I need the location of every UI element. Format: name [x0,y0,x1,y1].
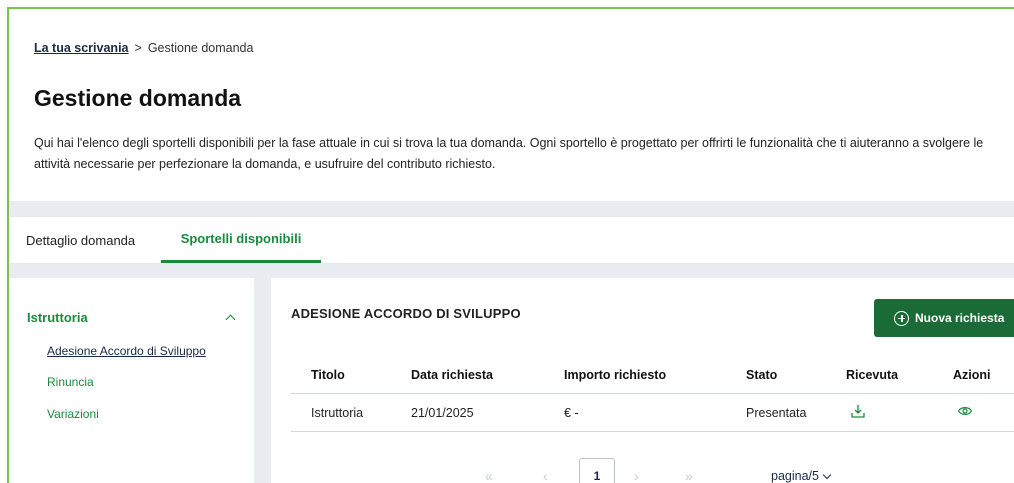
page-intro: Qui hai l'elenco degli sportelli disponi… [34,136,984,171]
eye-icon[interactable] [957,403,973,419]
cell-stato: Presentata [746,405,807,420]
breadcrumb-separator: > [134,41,142,55]
first-page-icon[interactable]: « [485,468,493,483]
page-size-label: pagina/5 [771,469,819,483]
section-title: ADESIONE ACCORDO DI SVILUPPO [291,306,521,321]
column-header-azioni: Azioni [953,367,991,382]
new-request-button[interactable]: Nuova richiesta [874,299,1014,337]
chevron-up-icon [225,314,236,325]
layout-gutter [254,278,271,483]
sidebar: Istruttoria Adesione Accordo di Sviluppo… [9,278,254,483]
divider-band [9,263,1014,278]
table-row: Istruttoria 21/01/2025 € - Presentata [291,394,1014,432]
chevron-down-icon [822,470,832,479]
previous-page-icon[interactable]: ‹ [543,468,548,483]
sidebar-item-rinuncia[interactable]: Rinuncia [47,375,94,389]
new-request-label: Nuova richiesta [915,311,1005,325]
download-icon[interactable] [850,403,866,419]
main-panel: ADESIONE ACCORDO DI SVILUPPO Nuova richi… [271,278,1014,483]
last-page-icon[interactable]: » [685,468,693,483]
column-header-ricevuta: Ricevuta [846,367,899,382]
divider-band [9,201,1014,217]
breadcrumb-current: Gestione domanda [147,41,254,55]
tab-dettaglio-domanda[interactable]: Dettaglio domanda [26,217,135,263]
column-header-importo: Importo richiesto [564,367,667,382]
page-frame: La tua scrivania > Gestione domanda Gest… [7,7,1014,483]
column-header-titolo: Titolo [311,367,345,382]
sidebar-section-label: Istruttoria [27,310,88,325]
requests-table: Titolo Data richiesta Importo richiesto … [291,356,1014,432]
tab-bar: Dettaglio domanda Sportelli disponibili [9,217,1014,263]
next-page-icon[interactable]: › [634,468,639,483]
cell-titolo: Istruttoria [311,405,364,420]
sidebar-section-toggle[interactable]: Istruttoria [27,310,236,325]
column-header-data: Data richiesta [411,367,493,382]
breadcrumb: La tua scrivania > Gestione domanda [34,41,253,55]
pagination: « ‹ 1 › » pagina/5 [271,458,1014,483]
tab-sportelli-disponibili[interactable]: Sportelli disponibili [161,217,321,263]
cell-data: 21/01/2025 [411,405,474,420]
column-header-stato: Stato [746,367,778,382]
plus-circle-icon [894,310,909,326]
page-size-select[interactable]: pagina/5 [771,469,832,483]
page-title: Gestione domanda [34,85,242,111]
cell-importo: € - [564,405,579,420]
breadcrumb-home-link[interactable]: La tua scrivania [34,41,129,55]
current-page-button[interactable]: 1 [579,458,615,483]
cell-ricevuta [846,403,953,422]
cell-azioni [953,403,1014,422]
sidebar-item-adesione[interactable]: Adesione Accordo di Sviluppo [47,344,206,358]
table-header-row: Titolo Data richiesta Importo richiesto … [291,356,1014,394]
sidebar-item-variazioni[interactable]: Variazioni [47,407,99,421]
